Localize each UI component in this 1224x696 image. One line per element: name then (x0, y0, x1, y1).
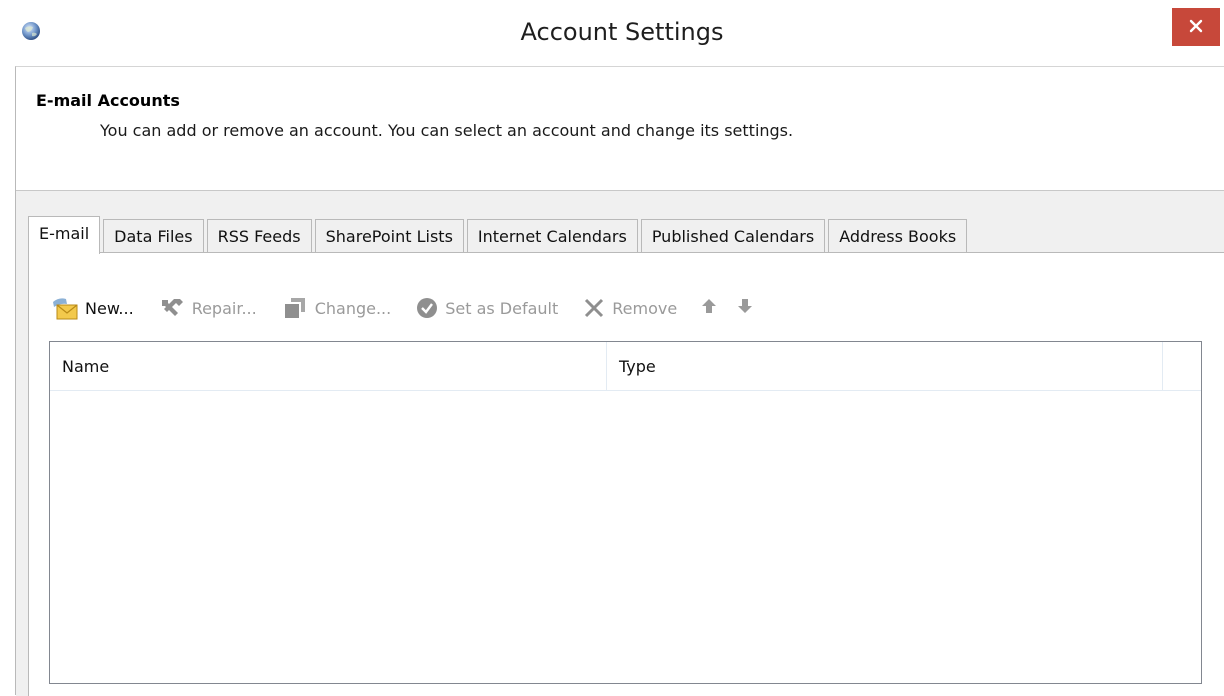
column-header-name[interactable]: Name (50, 342, 607, 390)
content-area: E-mail Data Files RSS Feeds SharePoint L… (16, 191, 1224, 696)
remove-x-icon (582, 296, 606, 320)
email-tab-panel: New... Repair... Change... Set as Defaul… (28, 252, 1224, 696)
arrow-up-icon (701, 297, 717, 319)
tab-address-books[interactable]: Address Books (828, 219, 968, 253)
section-title: E-mail Accounts (36, 91, 180, 110)
repair-label: Repair... (191, 298, 257, 318)
section-description: You can add or remove an account. You ca… (100, 121, 794, 140)
tab-sharepoint-lists[interactable]: SharePoint Lists (314, 219, 464, 253)
checkmark-circle-icon (415, 296, 439, 320)
tab-email[interactable]: E-mail (28, 216, 101, 254)
arrow-down-icon (737, 297, 753, 319)
tab-published-calendars[interactable]: Published Calendars (640, 219, 826, 253)
set-as-default-label: Set as Default (445, 298, 559, 318)
new-button[interactable]: New... (51, 295, 134, 321)
close-button[interactable] (1172, 8, 1220, 46)
change-label: Change... (314, 298, 392, 318)
remove-label: Remove (612, 298, 678, 318)
repair-button[interactable]: Repair... (158, 296, 257, 320)
window-title: Account Settings (520, 18, 724, 46)
toolbar: New... Repair... Change... Set as Defaul… (51, 291, 773, 325)
column-header-spacer (1163, 342, 1201, 390)
change-button[interactable]: Change... (281, 296, 392, 320)
accounts-list[interactable]: Name Type (49, 341, 1202, 684)
set-as-default-button[interactable]: Set as Default (415, 296, 558, 320)
new-label: New... (85, 298, 134, 318)
list-header: Name Type (50, 342, 1201, 391)
move-up-button[interactable] (701, 297, 717, 319)
new-mail-icon (51, 295, 79, 321)
tab-strip: E-mail Data Files RSS Feeds SharePoint L… (28, 216, 970, 254)
column-header-type[interactable]: Type (607, 342, 1163, 390)
dialog-body: E-mail Accounts You can add or remove an… (15, 66, 1224, 696)
tools-icon (158, 296, 186, 320)
tab-internet-calendars[interactable]: Internet Calendars (466, 219, 638, 253)
remove-button[interactable]: Remove (582, 296, 677, 320)
tab-rss-feeds[interactable]: RSS Feeds (206, 219, 312, 253)
close-icon (1189, 19, 1203, 36)
header-panel: E-mail Accounts You can add or remove an… (16, 67, 1224, 191)
move-down-button[interactable] (737, 297, 753, 319)
change-icon (281, 296, 309, 320)
title-bar: Account Settings (0, 0, 1224, 66)
tab-data-files[interactable]: Data Files (103, 219, 204, 253)
